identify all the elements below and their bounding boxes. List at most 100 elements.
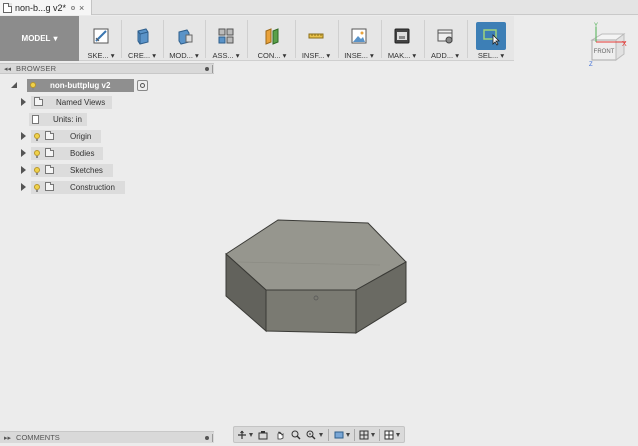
browser-item-construction[interactable]: Construction — [31, 181, 125, 194]
browser-panel-header[interactable]: ◂◂ BROWSER — [0, 63, 214, 74]
sketch-icon — [93, 28, 109, 44]
inspect-menu-label: INSF... — [301, 51, 325, 60]
browser-options-icon[interactable] — [205, 67, 209, 71]
construct-icon — [265, 28, 279, 45]
expand-named-views-icon[interactable] — [21, 98, 26, 106]
viewports-dropdown-icon[interactable] — [396, 433, 400, 437]
document-tab[interactable]: non-b...g v2* × — [0, 0, 92, 15]
addins-icon — [437, 29, 453, 44]
look-at-icon[interactable] — [258, 430, 268, 440]
comments-title: COMMENTS — [16, 433, 60, 442]
browser-item-label: Named Views — [56, 98, 106, 107]
create-menu-label: CRE... — [128, 51, 151, 60]
zoom-window-icon[interactable] — [306, 430, 316, 440]
create-menu-button[interactable]: CRE... ▾ — [122, 16, 162, 61]
browser-item-label: Sketches — [70, 166, 103, 175]
viewcube[interactable]: FRONT Y X Z — [586, 22, 632, 68]
browser-item-label: Bodies — [70, 149, 95, 158]
collapse-panel-icon[interactable]: ◂◂ — [4, 65, 11, 73]
modify-menu-label: MOD... — [169, 51, 193, 60]
visibility-bulb-icon[interactable] — [34, 132, 40, 141]
modify-menu-button[interactable]: MOD... ▾ — [164, 16, 204, 61]
browser-title: BROWSER — [16, 64, 57, 73]
browser-item-named-views[interactable]: Named Views — [31, 96, 112, 109]
zoom-dropdown-icon[interactable] — [319, 433, 323, 437]
construct-menu-button[interactable]: CON... ▾ — [252, 16, 292, 61]
select-menu-button[interactable]: SEL... ▾ — [471, 16, 511, 61]
chevron-down-icon: ▾ — [53, 34, 58, 43]
display-settings-icon[interactable] — [334, 430, 344, 440]
addins-menu-button[interactable]: ADD... ▾ — [425, 16, 465, 61]
navigation-bar — [233, 426, 405, 443]
browser-root-expand-icon[interactable] — [11, 82, 17, 88]
orbit-dropdown-icon[interactable] — [249, 433, 253, 437]
units-document-icon — [32, 115, 39, 124]
assemble-icon — [218, 28, 234, 44]
browser-item-label: Construction — [70, 183, 115, 192]
hexagon-front-face[interactable] — [265, 289, 357, 334]
document-icon — [3, 2, 12, 13]
main-toolbar: MODEL ▾ SKE... ▾ CRE... ▾ MOD... ▾ ASS..… — [0, 16, 514, 61]
viewcube-axis-y-label: Y — [594, 23, 598, 29]
viewports-icon[interactable] — [384, 430, 394, 440]
folder-icon — [45, 131, 54, 140]
display-dropdown-icon[interactable] — [346, 433, 350, 437]
folder-icon — [45, 165, 54, 174]
visibility-bulb-icon[interactable] — [30, 81, 36, 90]
comments-panel-header[interactable]: ▸▸ COMMENTS — [0, 431, 214, 443]
browser-root-node[interactable]: non-buttplug v2 — [27, 79, 134, 92]
select-icon — [483, 29, 500, 46]
modify-icon — [178, 29, 193, 45]
addins-menu-label: ADD... — [431, 51, 454, 60]
create-icon — [137, 28, 149, 45]
browser-item-bodies[interactable]: Bodies — [31, 147, 103, 160]
browser-item-label: Origin — [70, 132, 92, 141]
model-canvas[interactable] — [220, 210, 420, 340]
viewcube-axis-x-label: X — [622, 41, 627, 48]
browser-item-origin[interactable]: Origin — [31, 130, 101, 143]
visibility-bulb-icon[interactable] — [34, 166, 40, 175]
folder-icon — [45, 148, 54, 157]
tab-pin-icon[interactable] — [71, 5, 76, 10]
browser-item-units[interactable]: Units: in — [29, 113, 87, 126]
make-icon — [394, 28, 410, 44]
assemble-menu-button[interactable]: ASS... ▾ — [206, 16, 246, 61]
document-tab-title: non-b...g v2* — [15, 2, 67, 13]
browser-root-label: non-buttplug v2 — [50, 81, 111, 90]
pan-icon[interactable] — [275, 430, 285, 440]
inspect-icon — [308, 33, 324, 39]
zoom-icon[interactable] — [291, 430, 301, 440]
expand-construction-icon[interactable] — [21, 183, 26, 191]
viewcube-front-label: FRONT — [594, 49, 615, 55]
workspace-switcher-button[interactable]: MODEL ▾ — [0, 16, 79, 61]
expand-bodies-icon[interactable] — [21, 149, 26, 157]
activate-component-icon[interactable] — [137, 80, 148, 91]
document-tab-bar: non-b...g v2* × — [0, 0, 638, 15]
expand-comments-icon[interactable]: ▸▸ — [4, 434, 11, 442]
browser-item-label: Units: in — [53, 115, 82, 124]
grid-icon[interactable] — [359, 430, 369, 440]
insert-menu-label: INSE... — [344, 51, 368, 60]
select-menu-label: SEL... — [477, 51, 499, 60]
inspect-menu-button[interactable]: INSF... ▾ — [296, 16, 336, 61]
insert-menu-button[interactable]: INSE... ▾ — [339, 16, 379, 61]
grid-dropdown-icon[interactable] — [371, 433, 375, 437]
construct-menu-label: CON... — [257, 51, 281, 60]
sketch-menu-label: SKE... — [87, 51, 109, 60]
expand-sketches-icon[interactable] — [21, 166, 26, 174]
orbit-icon[interactable] — [237, 430, 247, 440]
tab-close-icon[interactable]: × — [79, 3, 84, 13]
visibility-bulb-icon[interactable] — [34, 149, 40, 158]
comments-options-icon[interactable] — [205, 436, 209, 440]
viewcube-axis-z-label: Z — [589, 62, 593, 68]
folder-icon — [34, 97, 43, 106]
folder-icon — [45, 182, 54, 191]
browser-item-sketches[interactable]: Sketches — [31, 164, 113, 177]
expand-origin-icon[interactable] — [21, 132, 26, 140]
workspace-label: MODEL — [21, 34, 51, 43]
make-menu-label: MAK... — [387, 51, 411, 60]
visibility-bulb-icon[interactable] — [34, 183, 40, 192]
make-menu-button[interactable]: MAK... ▾ — [382, 16, 422, 61]
insert-icon — [351, 28, 367, 44]
sketch-menu-button[interactable]: SKE... ▾ — [81, 16, 121, 61]
